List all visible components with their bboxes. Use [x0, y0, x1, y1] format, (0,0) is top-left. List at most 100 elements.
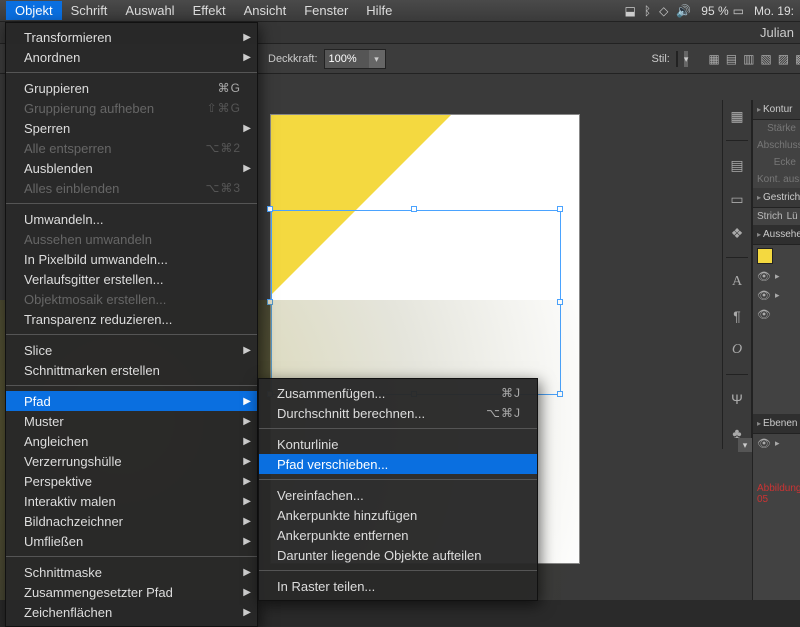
chevron-down-icon[interactable]: ▾ [369, 50, 385, 68]
menu-item[interactable]: Konturlinie [259, 434, 537, 454]
menu-item[interactable]: Umwandeln... [6, 209, 257, 229]
chevron-right-icon[interactable]: ▸ [775, 290, 780, 301]
menu-item[interactable]: Schnittmaske ▶ [6, 562, 257, 582]
align-btn-6[interactable]: ▩ [795, 49, 800, 69]
menu-item[interactable]: Umfließen▶ [6, 531, 257, 551]
menubar-fenster[interactable]: Fenster [295, 1, 357, 20]
menu-item[interactable]: Ankerpunkte hinzufügen [259, 505, 537, 525]
panel-label: Kont. ausri [753, 171, 800, 188]
brushes-icon[interactable]: ▭ [727, 189, 747, 209]
panel-ebenen-title[interactable]: Ebenen [753, 414, 800, 434]
type-a-icon[interactable]: A [727, 272, 747, 292]
menu-item[interactable]: Verlaufsgitter erstellen... [6, 269, 257, 289]
menu-item[interactable]: In Pixelbild umwandeln... [6, 249, 257, 269]
volume-icon[interactable]: 🔊 [676, 4, 691, 18]
scroll-down-icon[interactable]: ▾ [738, 438, 752, 452]
menu-item[interactable]: Durchschnitt berechnen...⌥⌘J [259, 403, 537, 423]
menubar-ansicht[interactable]: Ansicht [235, 1, 296, 20]
paragraph-icon[interactable]: ¶ [727, 306, 747, 326]
menu-shortcut: ⌥⌘2 [205, 141, 241, 155]
align-btn-1[interactable]: ▦ [708, 49, 719, 69]
dropbox-icon[interactable]: ⬓ [625, 4, 636, 18]
menubar-objekt[interactable]: Objekt [6, 1, 62, 20]
usb-icon[interactable]: Ψ [727, 389, 747, 409]
menu-item[interactable]: Zeichenflächen▶ [6, 602, 257, 622]
selection-handle[interactable] [557, 391, 563, 397]
menu-item[interactable]: Transparenz reduzieren... [6, 309, 257, 329]
menu-item[interactable]: Gruppieren⌘G [6, 78, 257, 98]
menu-item[interactable]: Slice▶ [6, 340, 257, 360]
battery-icon[interactable]: ▭ [733, 4, 744, 18]
menu-item[interactable]: Ausblenden▶ [6, 158, 257, 178]
menu-item[interactable]: Zusammenfügen...⌘J [259, 383, 537, 403]
style-swatch[interactable] [676, 51, 678, 67]
menu-item-label: Anordnen [24, 50, 80, 65]
menubar-auswahl[interactable]: Auswahl [116, 1, 183, 20]
align-btn-3[interactable]: ▥ [743, 49, 754, 69]
menu-item[interactable]: Interaktiv malen▶ [6, 491, 257, 511]
menu-item[interactable]: Verzerrungshülle▶ [6, 451, 257, 471]
menu-item[interactable]: Perspektive▶ [6, 471, 257, 491]
menu-item[interactable]: Pfad▶ [6, 391, 257, 411]
menu-item[interactable]: In Raster teilen... [259, 576, 537, 596]
panel-aussehen-title[interactable]: Aussehen [753, 225, 800, 245]
bluetooth-icon[interactable]: ᛒ [644, 4, 651, 18]
panel-gestrichelt-title[interactable]: Gestrich [753, 188, 800, 208]
opentype-icon[interactable]: O [727, 340, 747, 360]
eye-icon[interactable]: 👁 [757, 289, 771, 302]
menu-item[interactable]: Sperren▶ [6, 118, 257, 138]
selection-handle[interactable] [557, 299, 563, 305]
menu-item[interactable]: Anordnen▶ [6, 47, 257, 67]
align-btn-2[interactable]: ▤ [726, 49, 737, 69]
chevron-right-icon: ▶ [243, 396, 251, 407]
menu-item[interactable]: Pfad verschieben... [259, 454, 537, 474]
selection-handle[interactable] [267, 206, 273, 212]
user-name: Julian [760, 25, 794, 40]
menu-item-label: Schnittmaske [24, 565, 102, 580]
menubar-effekt[interactable]: Effekt [184, 1, 235, 20]
chevron-right-icon[interactable]: ▸ [775, 438, 780, 449]
clock[interactable]: Mo. 19: [754, 4, 794, 18]
menu-item[interactable]: Zusammengesetzter Pfad▶ [6, 582, 257, 602]
wifi-icon[interactable]: ◇ [659, 4, 668, 18]
menu-item-label: Vereinfachen... [277, 488, 364, 503]
chevron-down-icon[interactable]: ▾ [684, 51, 689, 67]
selection-handle[interactable] [557, 206, 563, 212]
selection-handle[interactable] [267, 299, 273, 305]
grid-icon[interactable]: ▦ [727, 106, 747, 126]
opacity-label: Deckkraft: [268, 53, 318, 65]
menu-item[interactable]: Angleichen▶ [6, 431, 257, 451]
menu-item-label: Sperren [24, 121, 70, 136]
style-label: Stil: [652, 53, 670, 65]
chevron-right-icon[interactable]: ▸ [775, 271, 780, 282]
opacity-combo[interactable]: ▾ [324, 49, 386, 69]
symbols-icon[interactable]: ❖ [727, 223, 747, 243]
menu-item[interactable]: Ankerpunkte entfernen [259, 525, 537, 545]
chevron-right-icon: ▶ [243, 567, 251, 578]
menu-item[interactable]: Darunter liegende Objekte aufteilen [259, 545, 537, 565]
fill-swatch[interactable] [757, 248, 773, 264]
system-menubar: Objekt Schrift Auswahl Effekt Ansicht Fe… [0, 0, 800, 22]
menu-item-label: In Raster teilen... [277, 579, 375, 594]
swatches-icon[interactable]: ▤ [727, 155, 747, 175]
eye-icon[interactable]: 👁 [757, 270, 771, 283]
align-btn-5[interactable]: ▨ [778, 49, 789, 69]
eye-icon[interactable]: 👁 [757, 308, 771, 321]
menu-item-label: Muster [24, 414, 64, 429]
selection-handle[interactable] [411, 206, 417, 212]
menu-item[interactable]: Schnittmarken erstellen [6, 360, 257, 380]
menu-item[interactable]: Transformieren▶ [6, 27, 257, 47]
menu-item[interactable]: Bildnachzeichner▶ [6, 511, 257, 531]
menu-item-label: Alles einblenden [24, 181, 119, 196]
align-btn-4[interactable]: ▧ [760, 49, 771, 69]
selection-bounds [271, 210, 561, 395]
menu-item-label: Ankerpunkte entfernen [277, 528, 409, 543]
menubar-schrift[interactable]: Schrift [62, 1, 117, 20]
menubar-hilfe[interactable]: Hilfe [357, 1, 401, 20]
menu-item[interactable]: Muster▶ [6, 411, 257, 431]
panel-kontur-title[interactable]: Kontur [753, 100, 800, 120]
eye-icon[interactable]: 👁 [757, 437, 771, 450]
menu-item[interactable]: Vereinfachen... [259, 485, 537, 505]
opacity-input[interactable] [325, 50, 369, 68]
menu-item-label: Pfad verschieben... [277, 457, 388, 472]
